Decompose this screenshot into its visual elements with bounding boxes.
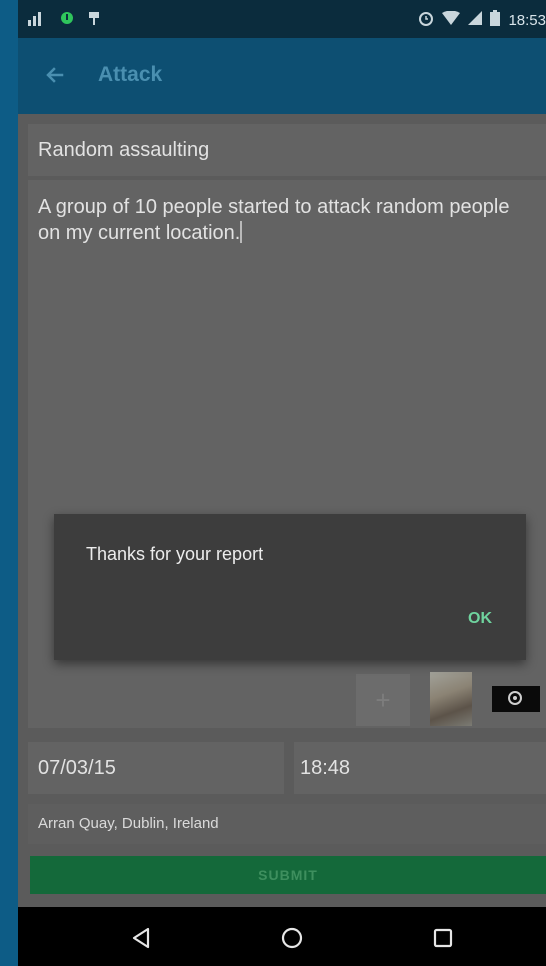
phone-screen: 18:53 Attack Random assaulting A group o… bbox=[18, 0, 546, 966]
subject-field[interactable]: Random assaulting bbox=[28, 124, 546, 176]
confirmation-dialog: Thanks for your report OK bbox=[54, 514, 526, 660]
android-debug-icon bbox=[88, 10, 100, 30]
cell-signal-icon bbox=[468, 11, 483, 29]
status-right-icons: 18:53 bbox=[418, 10, 546, 30]
wifi-icon bbox=[442, 10, 461, 29]
battery-icon bbox=[490, 10, 501, 30]
navigation-bar bbox=[18, 907, 546, 966]
back-button[interactable] bbox=[40, 60, 70, 90]
square-recents-icon bbox=[433, 928, 453, 948]
add-attachment-button[interactable]: + bbox=[356, 674, 410, 726]
photo-thumbnail[interactable] bbox=[430, 672, 472, 726]
nav-back-button[interactable] bbox=[128, 925, 154, 951]
app-bar: Attack bbox=[18, 38, 546, 114]
time-field[interactable]: 18:48 bbox=[294, 742, 546, 794]
arrow-back-icon bbox=[46, 67, 64, 83]
status-bar: 18:53 bbox=[18, 0, 546, 38]
circle-home-icon bbox=[281, 927, 303, 949]
submit-button[interactable]: SUBMIT bbox=[30, 856, 546, 894]
text-cursor bbox=[240, 221, 243, 243]
signal-bars-icon bbox=[28, 10, 46, 30]
triangle-back-icon bbox=[132, 927, 150, 949]
dialog-message: Thanks for your report bbox=[86, 544, 264, 564]
alarm-icon bbox=[418, 10, 434, 30]
status-left-icons bbox=[28, 10, 100, 30]
location-field[interactable]: Arran Quay, Dublin, Ireland bbox=[28, 804, 546, 844]
dialog-ok-button[interactable]: OK bbox=[458, 604, 502, 634]
nav-recents-button[interactable] bbox=[430, 925, 456, 951]
page-title: Attack bbox=[98, 63, 163, 86]
description-text: A group of 10 people started to attack r… bbox=[38, 196, 510, 244]
date-field[interactable]: 07/03/15 bbox=[28, 742, 284, 794]
plus-icon: + bbox=[375, 685, 391, 715]
notification-green-icon bbox=[60, 11, 74, 29]
nav-home-button[interactable] bbox=[279, 925, 305, 951]
video-thumbnail[interactable] bbox=[492, 686, 540, 712]
play-icon bbox=[508, 691, 522, 705]
status-time: 18:53 bbox=[508, 11, 546, 29]
report-form: Random assaulting A group of 10 people s… bbox=[18, 114, 546, 907]
